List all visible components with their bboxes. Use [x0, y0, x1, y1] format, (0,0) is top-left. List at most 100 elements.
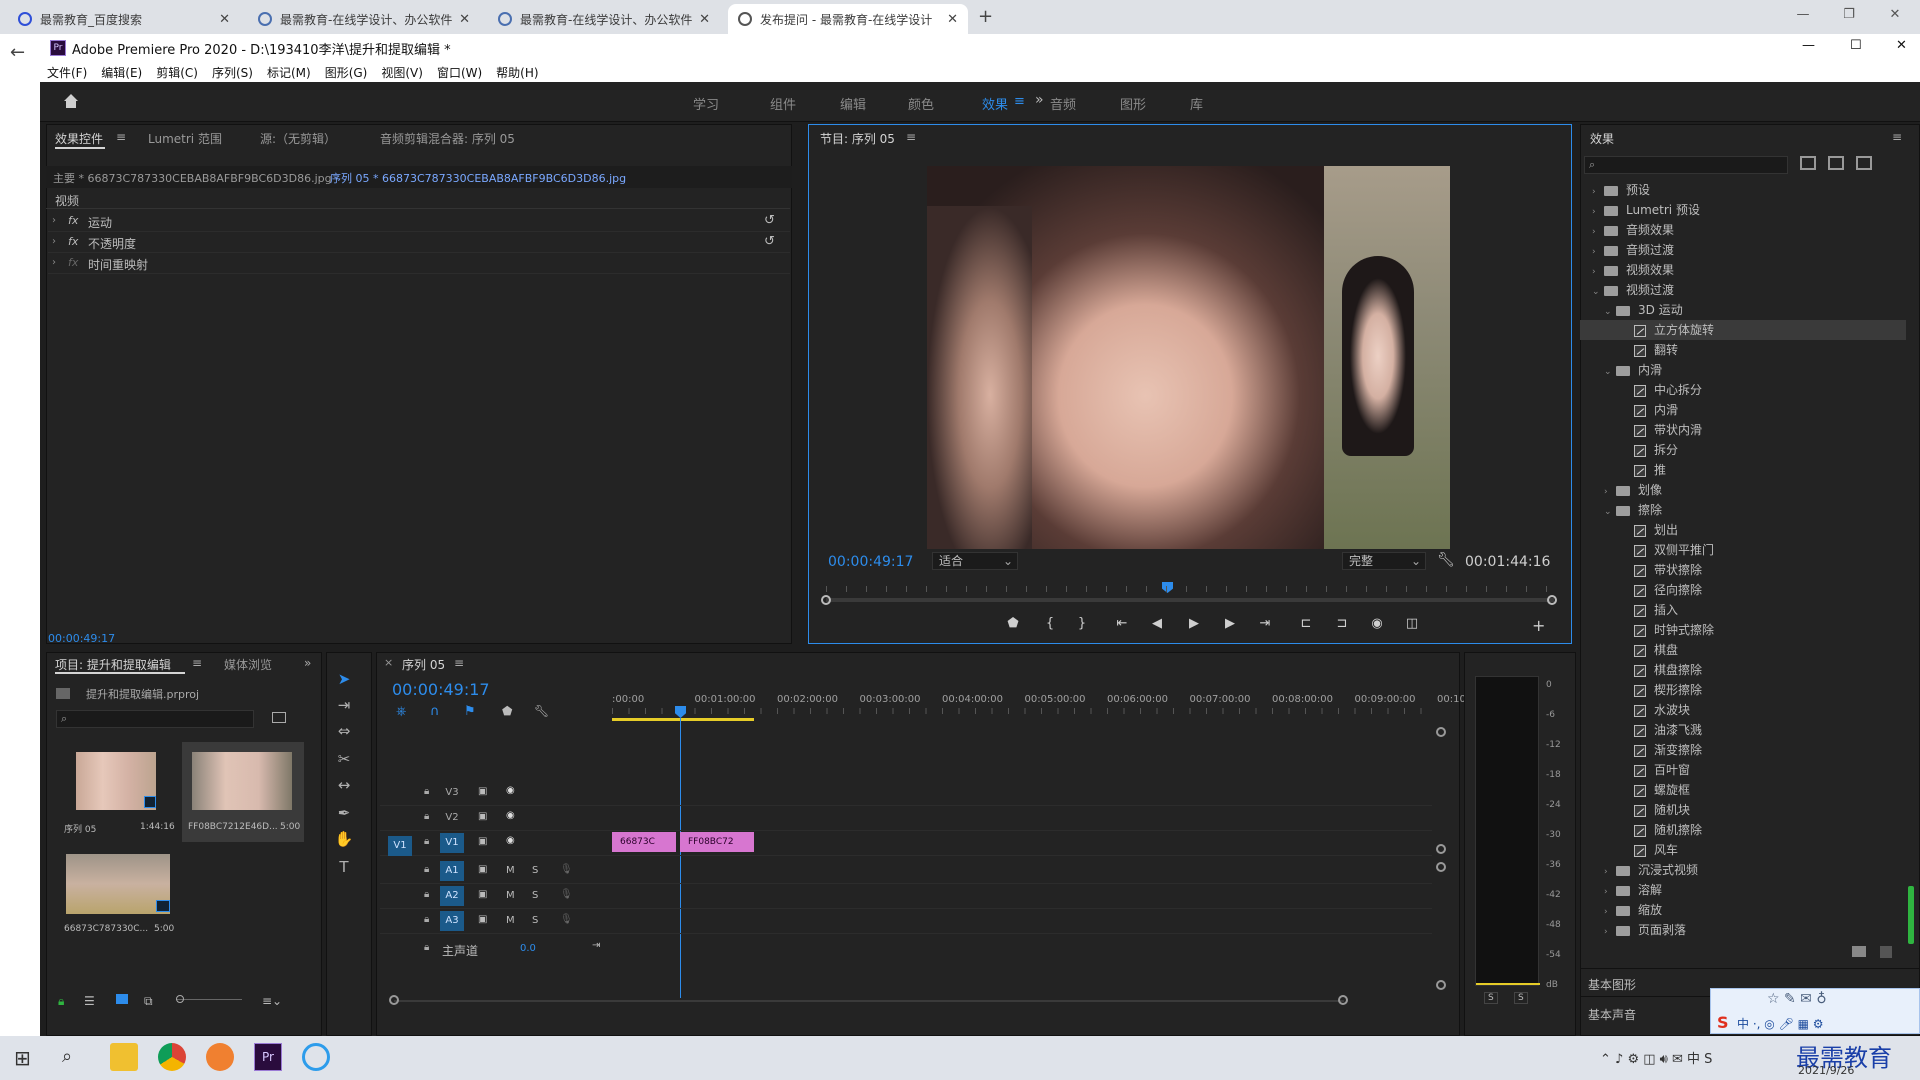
- sogou-icon[interactable]: S: [1717, 1013, 1729, 1032]
- fit-dropdown[interactable]: 适合 ⌄: [932, 552, 1018, 570]
- reset-icon[interactable]: ↺: [764, 234, 775, 249]
- mute-button[interactable]: M: [506, 915, 515, 926]
- effect-folder[interactable]: ⌄ 内滑: [1580, 360, 1906, 380]
- playback-scrub-bar[interactable]: [826, 598, 1554, 602]
- solo-button[interactable]: S: [532, 890, 538, 901]
- program-monitor-title[interactable]: 节目: 序列 05: [820, 130, 895, 147]
- effect-folder[interactable]: › 预设: [1580, 180, 1906, 200]
- panel-menu-icon[interactable]: ≡: [1014, 94, 1025, 109]
- settings-wrench-icon[interactable]: 🔧︎: [534, 704, 549, 718]
- chevron-right-icon[interactable]: ›: [52, 215, 56, 226]
- source-patch-v1[interactable]: V1: [388, 836, 412, 856]
- go-to-out-icon[interactable]: ⇥: [1255, 616, 1275, 631]
- mark-in-icon[interactable]: {: [1040, 616, 1060, 631]
- tab-media-browser[interactable]: 媒体浏览: [224, 656, 272, 673]
- panel-menu-icon[interactable]: ≡: [192, 656, 202, 670]
- nest-icon[interactable]: ⎈: [396, 704, 406, 719]
- close-icon[interactable]: ✕: [459, 12, 470, 27]
- track-target[interactable]: V3: [440, 783, 464, 803]
- add-marker-icon[interactable]: ⬟: [502, 704, 512, 718]
- toggle-sync-lock-icon[interactable]: ▣: [478, 786, 487, 797]
- effect-item[interactable]: 中心拆分: [1580, 380, 1906, 400]
- tab-workspace[interactable]: 编辑: [840, 94, 866, 113]
- hand-tool-icon[interactable]: ✋: [334, 830, 354, 850]
- toggle-sync-lock-icon[interactable]: ▣: [478, 836, 487, 847]
- tab-workspace[interactable]: 颜色: [908, 94, 934, 113]
- mute-button[interactable]: M: [506, 865, 515, 876]
- chevron-right-icon[interactable]: ›: [52, 257, 56, 268]
- chevron-right-icon[interactable]: ›: [1604, 922, 1616, 942]
- menu-item[interactable]: 视图(V): [381, 64, 423, 81]
- chevron-right-icon[interactable]: ›: [1604, 482, 1616, 502]
- new-tab-button[interactable]: +: [978, 6, 993, 27]
- reset-icon[interactable]: ↺: [764, 213, 775, 228]
- scrub-end-handle[interactable]: [1547, 595, 1557, 605]
- scroll-handle[interactable]: [1338, 995, 1348, 1005]
- effect-folder[interactable]: › 视频效果: [1580, 260, 1906, 280]
- yuv-effects-icon[interactable]: [1856, 156, 1872, 170]
- ime-icons[interactable]: ☆ ✎ ✉ ♁: [1767, 991, 1827, 1007]
- effect-item[interactable]: 时钟式擦除: [1580, 620, 1906, 640]
- tab-workspace[interactable]: 学习: [693, 94, 719, 113]
- comparison-view-icon[interactable]: ◫: [1402, 616, 1422, 631]
- lock-icon[interactable]: 🔒︎: [424, 942, 429, 953]
- minimize-icon[interactable]: —: [1780, 0, 1826, 30]
- vertical-scroll-handle[interactable]: [1436, 980, 1446, 990]
- chrome-icon[interactable]: [158, 1043, 186, 1071]
- menu-item[interactable]: 标记(M): [267, 64, 311, 81]
- lock-icon[interactable]: 🔒︎: [424, 836, 429, 847]
- zoom-slider-handle[interactable]: [176, 995, 184, 1003]
- icon-view-icon[interactable]: [116, 994, 128, 1004]
- wrench-icon[interactable]: 🔧︎: [1437, 552, 1455, 568]
- essential-graphics-label[interactable]: 基本图形: [1588, 976, 1636, 993]
- effect-item[interactable]: 划出: [1580, 520, 1906, 540]
- effect-folder[interactable]: › 缩放: [1580, 900, 1906, 920]
- effect-item[interactable]: 内滑: [1580, 400, 1906, 420]
- track-target[interactable]: A3: [440, 911, 464, 931]
- effect-folder[interactable]: ⌄ 视频过渡: [1580, 280, 1906, 300]
- selection-tool-icon[interactable]: ➤: [334, 670, 354, 690]
- go-to-end-icon[interactable]: ⇥: [592, 940, 600, 951]
- menu-item[interactable]: 帮助(H): [496, 64, 538, 81]
- effect-item[interactable]: 棋盘擦除: [1580, 660, 1906, 680]
- chevron-right-icon[interactable]: ›: [1592, 242, 1604, 262]
- play-icon[interactable]: ▶︎: [1184, 616, 1204, 631]
- go-to-in-icon[interactable]: ⇤: [1112, 616, 1132, 631]
- minimize-icon[interactable]: —: [1802, 38, 1815, 53]
- project-item[interactable]: 66873C787330C... 5:00: [58, 848, 180, 948]
- menu-item[interactable]: 文件(F): [47, 64, 87, 81]
- zoom-slider[interactable]: [176, 999, 242, 1000]
- new-bin-icon[interactable]: [1852, 946, 1866, 957]
- menu-item[interactable]: 图形(G): [325, 64, 368, 81]
- file-explorer-icon[interactable]: [110, 1043, 138, 1071]
- tab-audio-clip-mixer[interactable]: 音频剪辑混合器: 序列 05: [380, 130, 515, 147]
- voice-over-icon[interactable]: ▣: [478, 914, 487, 925]
- essential-sound-label[interactable]: 基本声音: [1588, 1006, 1636, 1023]
- ripple-edit-tool-icon[interactable]: ⇔: [334, 722, 354, 742]
- track-target[interactable]: A2: [440, 886, 464, 906]
- timeline-clip[interactable]: FF08BC72: [680, 832, 754, 852]
- eye-icon[interactable]: ◉: [506, 810, 515, 821]
- effect-folder[interactable]: › 页面剥落: [1580, 920, 1906, 940]
- effect-folder[interactable]: › Lumetri 预设: [1580, 200, 1906, 220]
- lock-icon[interactable]: 🔒︎: [424, 889, 429, 900]
- chevron-down-icon[interactable]: ⌄: [1592, 282, 1604, 302]
- lock-icon[interactable]: 🔒︎: [58, 994, 64, 1009]
- lock-icon[interactable]: 🔒︎: [424, 864, 429, 875]
- vertical-scroll-handle[interactable]: [1436, 727, 1446, 737]
- master-volume-value[interactable]: 0.0: [520, 943, 536, 954]
- scroll-handle[interactable]: [389, 995, 399, 1005]
- quality-dropdown[interactable]: 完整 ⌄: [1342, 552, 1426, 570]
- panel-menu-icon[interactable]: ≡: [116, 130, 126, 144]
- tray-icons[interactable]: ⌃ ♪ ⚙ ◫ 🔊︎ ✉ 中 S: [1600, 1048, 1712, 1067]
- close-icon[interactable]: ✕: [219, 12, 230, 27]
- track-target[interactable]: V2: [440, 808, 464, 828]
- microphone-icon[interactable]: 🎙︎: [560, 889, 573, 900]
- browser-icon[interactable]: [206, 1043, 234, 1071]
- effect-property-row[interactable]: › fx 时间重映射: [48, 254, 790, 274]
- vertical-scroll-handle[interactable]: [1436, 844, 1446, 854]
- chevron-right-icon[interactable]: ›: [1592, 262, 1604, 282]
- delete-icon[interactable]: [1880, 946, 1892, 958]
- effect-item[interactable]: 水波块: [1580, 700, 1906, 720]
- lock-icon[interactable]: 🔒︎: [424, 811, 429, 822]
